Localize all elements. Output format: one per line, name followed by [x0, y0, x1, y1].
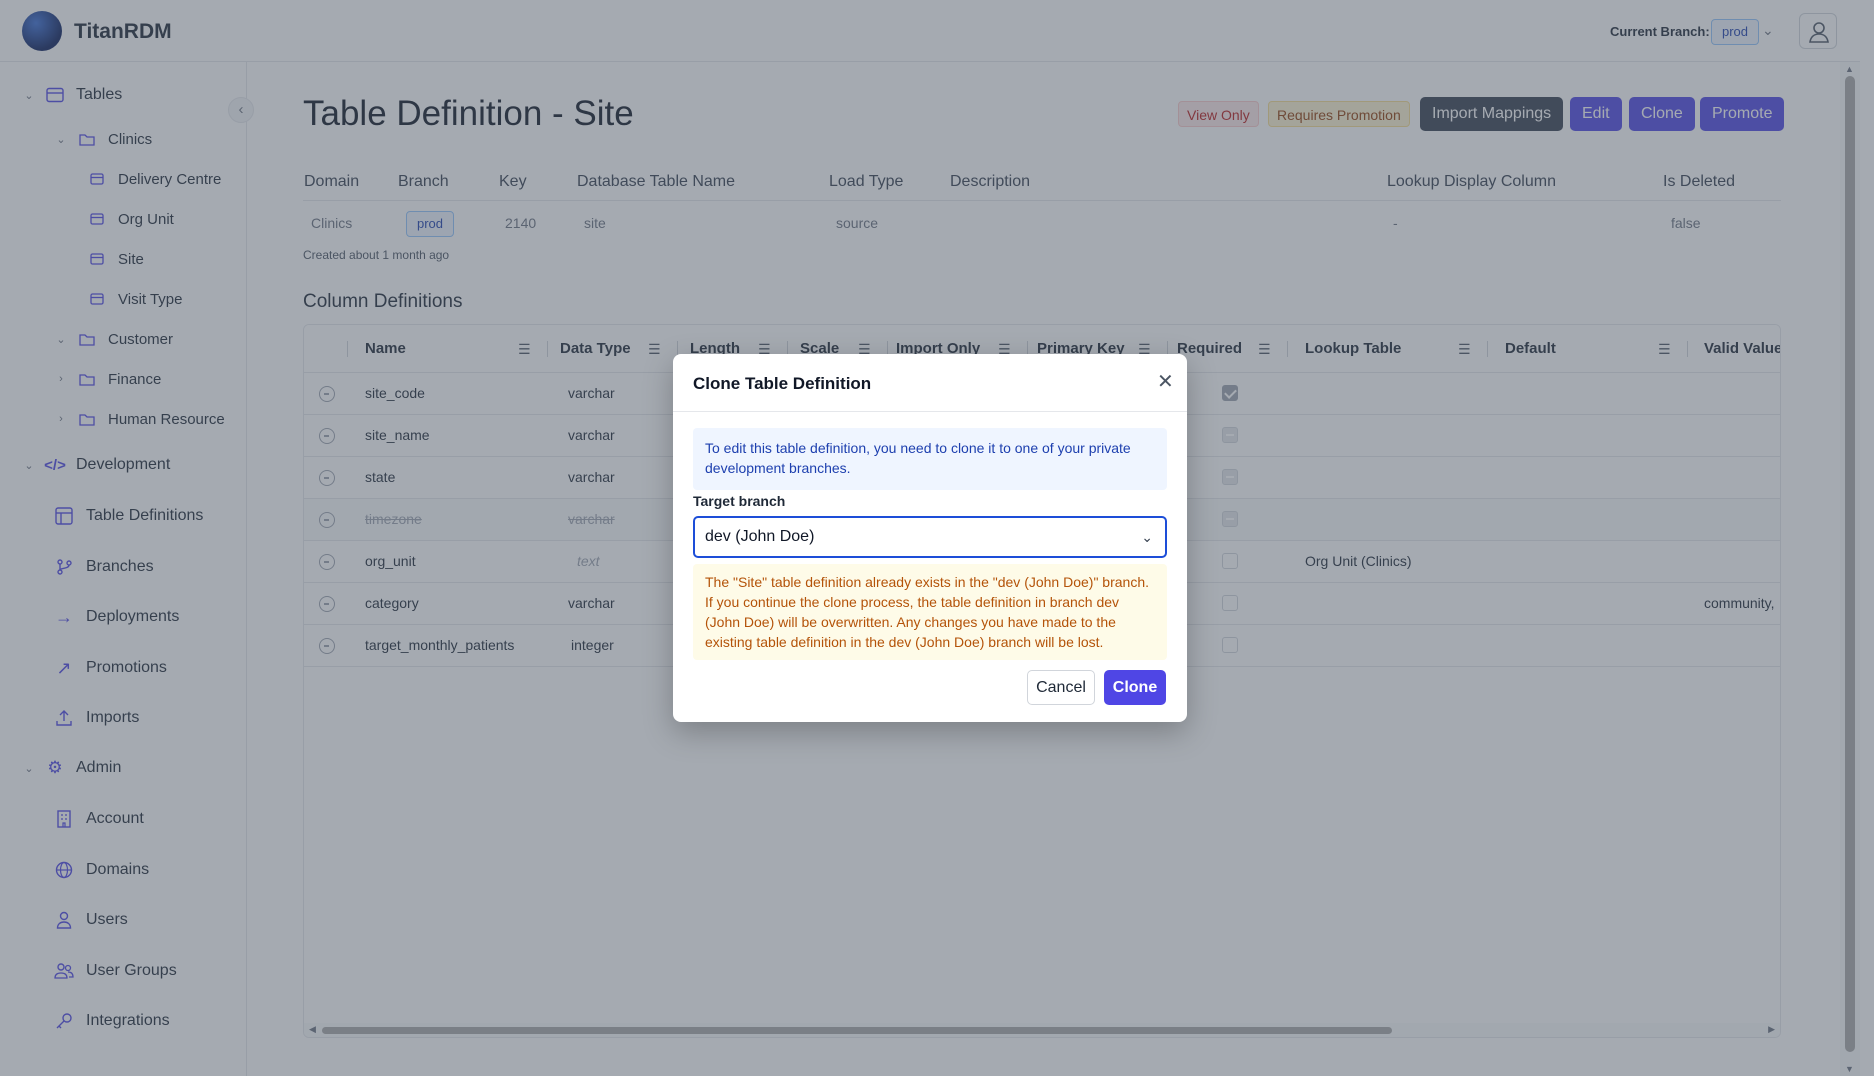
confirm-clone-button[interactable]: Clone: [1104, 670, 1166, 705]
close-icon[interactable]: ✕: [1157, 372, 1174, 392]
dialog-divider: [673, 411, 1187, 412]
target-branch-label: Target branch: [693, 493, 786, 509]
cancel-button[interactable]: Cancel: [1027, 670, 1095, 705]
chevron-down-icon[interactable]: ⌄: [1141, 518, 1153, 556]
info-message: To edit this table definition, you need …: [693, 428, 1167, 490]
clone-dialog: Clone Table Definition ✕ To edit this ta…: [673, 354, 1187, 722]
warning-message: The "Site" table definition already exis…: [693, 564, 1167, 660]
dialog-title: Clone Table Definition: [693, 374, 872, 393]
target-branch-select[interactable]: dev (John Doe) ⌄: [693, 516, 1167, 558]
target-branch-value: dev (John Doe): [705, 528, 815, 545]
